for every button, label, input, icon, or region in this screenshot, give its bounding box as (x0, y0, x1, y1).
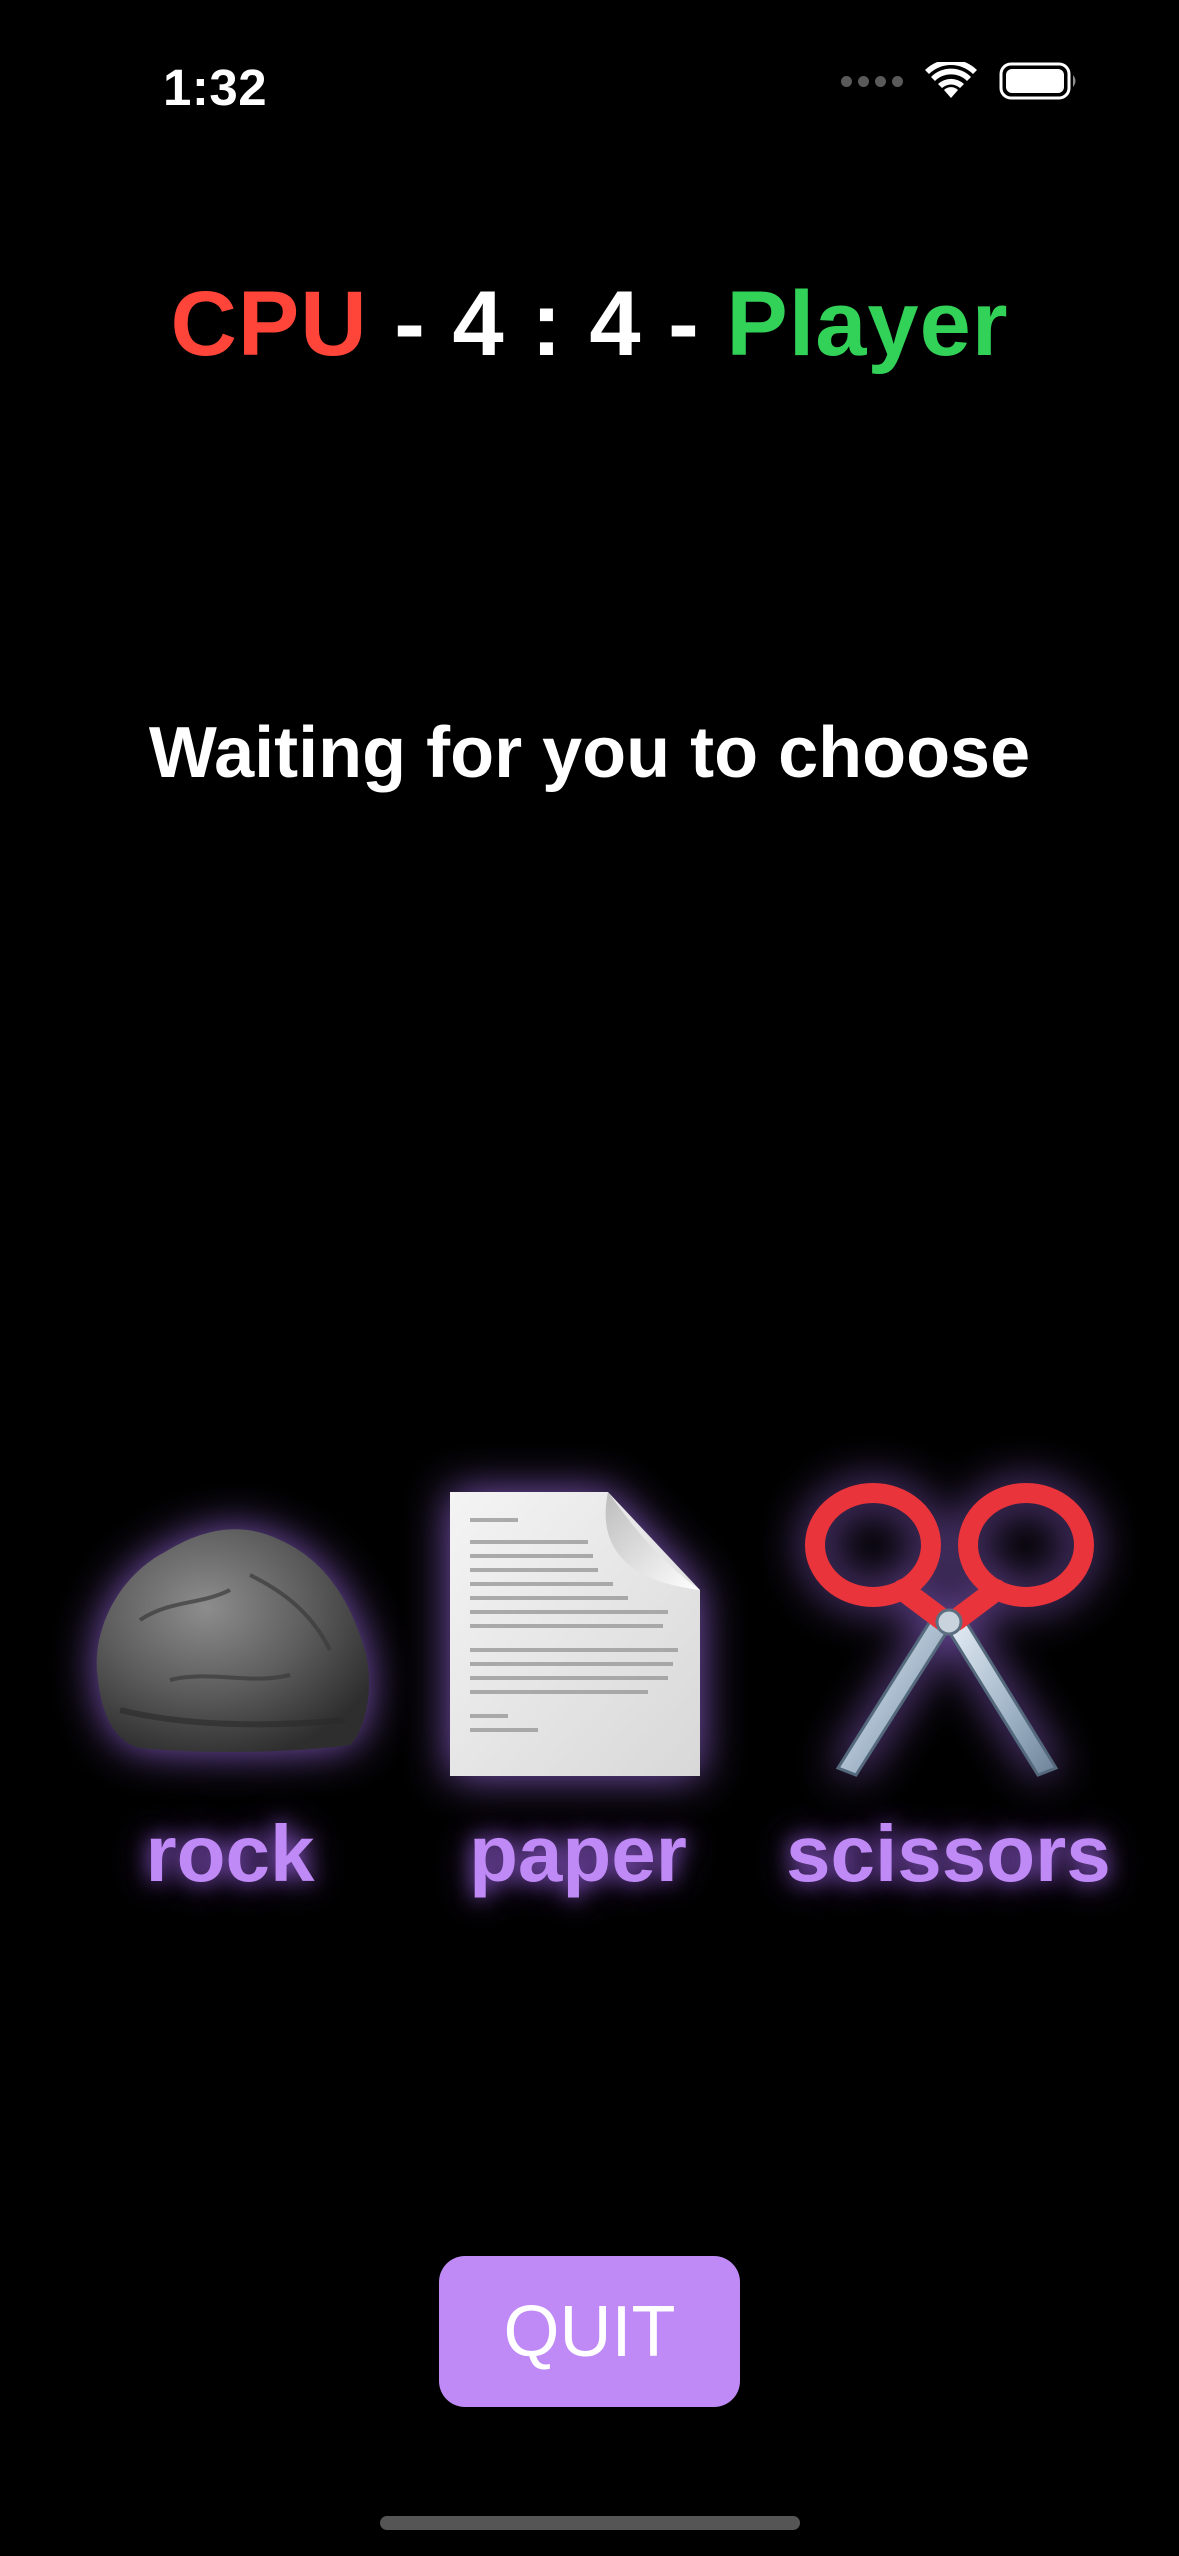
game-screen: 1:32 CPU - 4 : 4 - Player Waiting for yo… (0, 0, 1179, 2556)
paper-label: paper (469, 1809, 687, 1898)
rock-choice-button[interactable]: rock (80, 1480, 380, 1900)
status-time: 1:32 (163, 59, 268, 116)
status-prompt: Waiting for you to choose (148, 713, 1031, 793)
home-indicator[interactable] (380, 2516, 800, 2530)
cpu-score: 4 (452, 273, 505, 375)
cellular-signal-icon (841, 75, 903, 87)
score-separator-left: - (367, 273, 453, 375)
scissors-icon (798, 1480, 1098, 1780)
scissors-choice-button[interactable]: scissors (786, 1480, 1111, 1900)
player-score: 4 (589, 273, 642, 375)
choice-row: rock paper scissors (0, 1480, 1179, 1930)
paper-choice-button[interactable]: paper (428, 1480, 728, 1900)
wifi-icon (925, 62, 977, 100)
score-colon: : (504, 273, 590, 375)
paper-icon (428, 1480, 728, 1780)
scissors-label: scissors (786, 1809, 1111, 1898)
status-bar-icons (841, 62, 1079, 100)
score-separator-right: - (641, 273, 727, 375)
quit-button[interactable]: QUIT (439, 2256, 740, 2407)
rock-label: rock (145, 1809, 315, 1898)
cpu-label: CPU (170, 273, 368, 375)
player-label: Player (726, 273, 1009, 375)
battery-icon (999, 62, 1079, 100)
rock-icon (80, 1480, 380, 1780)
scoreboard: CPU - 4 : 4 - Player (0, 272, 1179, 377)
